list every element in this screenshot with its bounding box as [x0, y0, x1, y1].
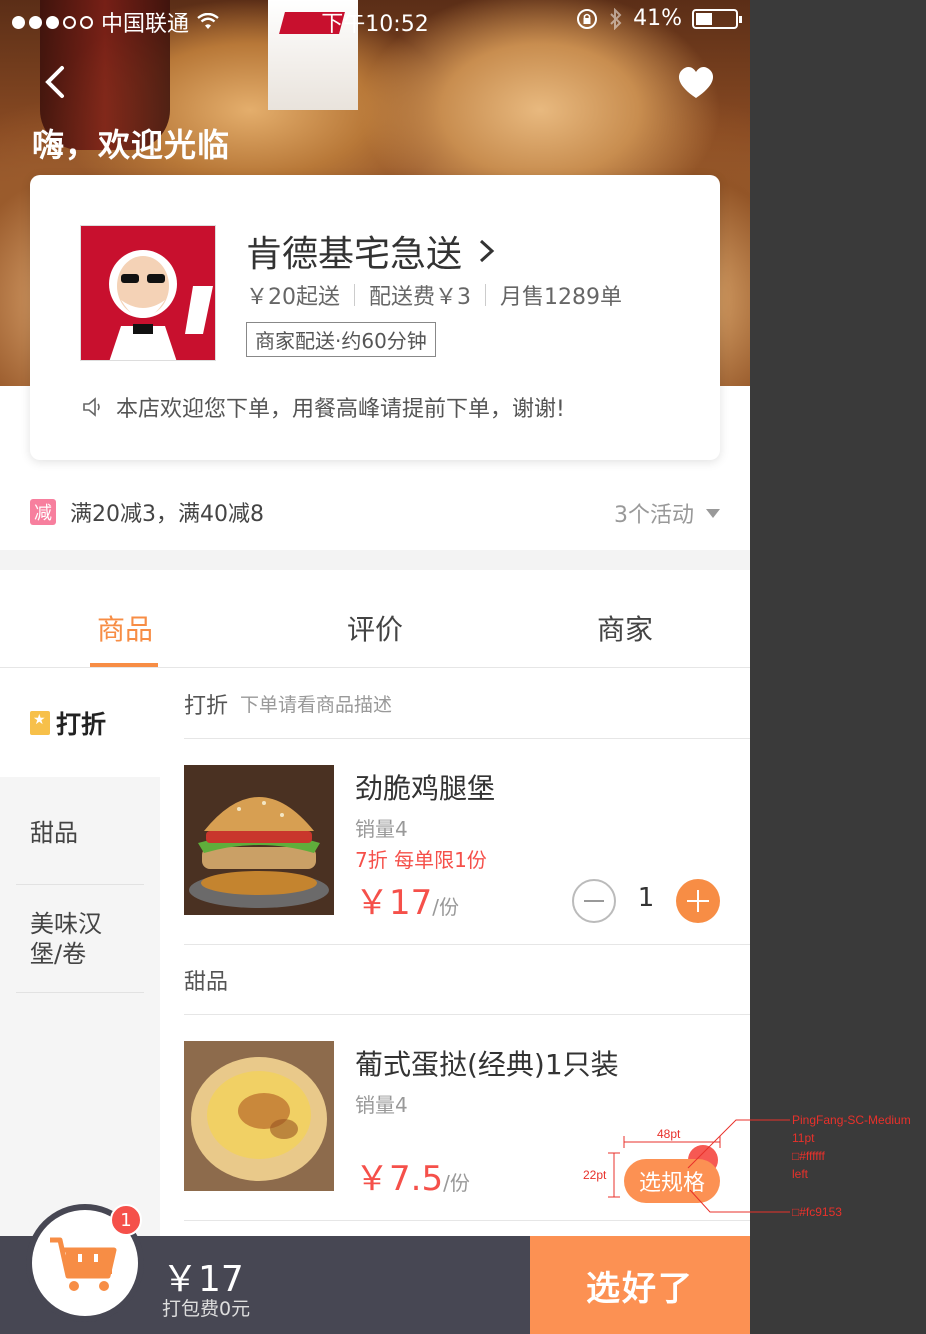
font-annotation: PingFang-SC-Medium — [792, 1113, 911, 1127]
text-color-value: #ffffff — [799, 1149, 825, 1163]
annotation-lines — [608, 1119, 790, 1213]
width-annotation: 48pt — [657, 1127, 681, 1141]
size-annotation: 11pt — [792, 1131, 815, 1145]
bg-color-annotation: □#fc9153 — [792, 1205, 842, 1219]
height-annotation: 22pt — [583, 1168, 607, 1182]
text-color-annotation: □#ffffff — [792, 1149, 825, 1163]
bg-color-value: #fc9153 — [799, 1205, 842, 1219]
align-annotation: left — [792, 1167, 809, 1181]
